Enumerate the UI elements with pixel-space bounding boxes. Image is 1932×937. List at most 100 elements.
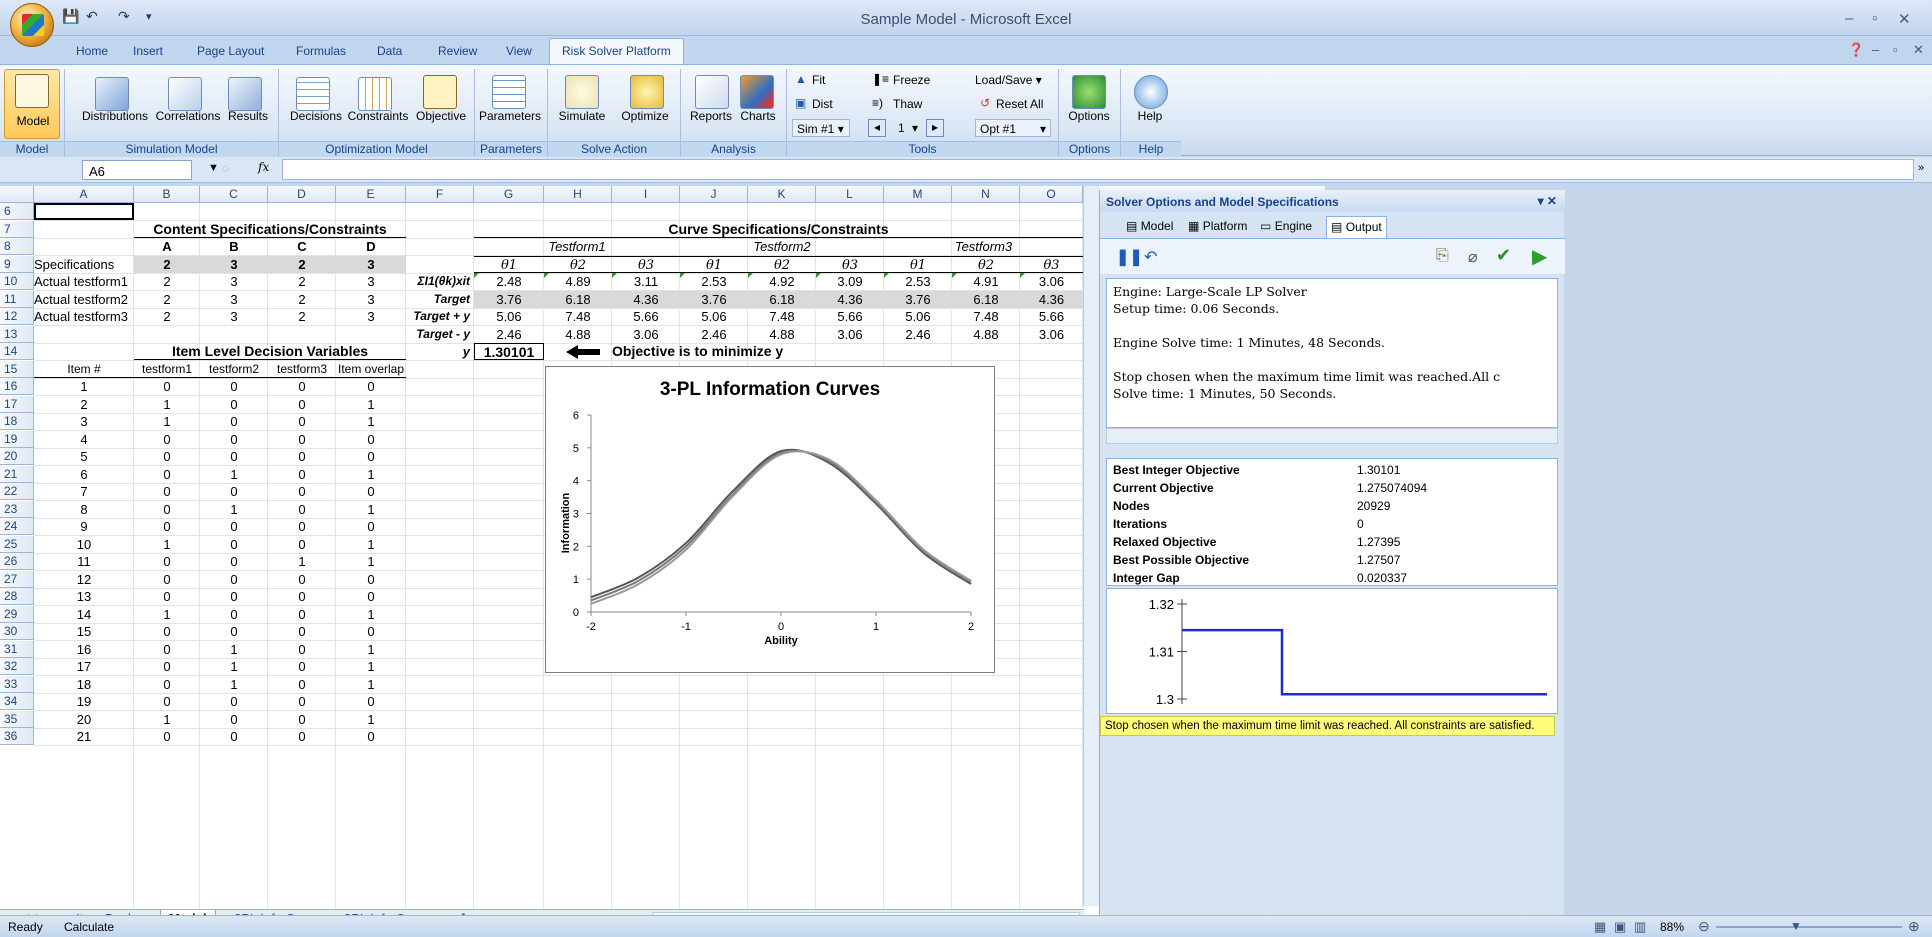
thaw-button[interactable]: Thaw [893,97,922,111]
correlations-button[interactable]: Correlations [152,109,224,123]
parameters-button[interactable]: Parameters [478,109,542,123]
curve-row-label[interactable]: Target [406,291,474,308]
optimize-button[interactable]: Optimize [614,109,676,123]
theta-header[interactable]: θ3 [816,255,884,273]
parameters-icon[interactable] [492,75,526,109]
item-value[interactable]: 0 [200,571,268,588]
actual-value[interactable]: 3 [200,273,268,290]
theta-header[interactable]: θ2 [748,255,816,273]
row-header[interactable]: 12 [0,308,34,325]
item-value[interactable]: 15 [34,623,134,640]
item-value[interactable]: 1 [134,606,200,623]
copy-icon[interactable]: ⎘ [1436,247,1449,265]
curve-value[interactable]: 6.18 [544,290,612,308]
output-h-scrollbar[interactable] [1106,428,1558,444]
objective-text[interactable]: Objective is to minimize y [612,343,884,360]
item-value[interactable]: 1 [336,606,406,623]
curve-value[interactable]: 7.48 [544,308,612,325]
item-value[interactable]: 1 [336,658,406,675]
row-header[interactable]: 31 [0,640,34,658]
item-value[interactable]: 0 [268,396,336,413]
testform-header[interactable]: Testform1 [474,238,680,255]
theta-header[interactable]: θ2 [952,255,1020,273]
item-header[interactable]: testform2 [200,361,268,378]
actual-label[interactable]: Actual testform1 [34,273,134,290]
theta-header[interactable]: θ3 [612,255,680,273]
row-header[interactable]: 10 [0,273,34,290]
item-value[interactable]: 0 [200,711,268,728]
help-icon[interactable]: ❓ [1848,42,1864,58]
item-value[interactable]: 0 [134,378,200,395]
item-value[interactable]: 1 [336,536,406,553]
actual-value[interactable]: 2 [134,308,200,325]
curve-value[interactable]: 2.53 [680,273,748,290]
item-value[interactable]: 0 [200,483,268,500]
theta-header[interactable]: θ1 [884,255,952,273]
row-header[interactable]: 27 [0,570,34,588]
theta-header[interactable]: θ1 [680,255,748,273]
item-value[interactable]: 1 [268,553,336,570]
row-header[interactable]: 23 [0,500,34,518]
curve-value[interactable]: 3.06 [1020,326,1083,343]
charts-button[interactable]: Charts [734,109,782,123]
workbook-minimize-icon[interactable]: – [1872,42,1879,57]
help-ribbon-icon[interactable] [1134,75,1168,109]
content-col-header[interactable]: C [268,238,336,255]
item-value[interactable]: 0 [336,588,406,605]
curve-value[interactable]: 3.06 [816,326,884,343]
curve-value[interactable]: 4.92 [748,273,816,290]
curve-value[interactable]: 4.36 [816,290,884,308]
run-icon[interactable]: ▶ [1532,244,1547,269]
constraints-icon[interactable] [358,77,392,111]
specification-value[interactable]: 2 [268,255,336,273]
curve-spec-title[interactable]: Curve Specifications/Constraints [474,221,1083,238]
row-header[interactable]: 33 [0,675,34,693]
col-header[interactable]: J [680,186,748,203]
item-value[interactable]: 17 [34,658,134,675]
testform-header[interactable]: Testform2 [680,238,884,255]
curve-value[interactable]: 3.09 [816,273,884,290]
close-icon[interactable]: ✕ [1898,10,1911,28]
item-value[interactable]: 0 [268,466,336,483]
item-value[interactable]: 0 [200,518,268,535]
information-curves-chart[interactable]: 3-PL Information Curves 0 1 2 3 4 5 6 -2 -1 0 1 2 A… [545,366,995,673]
content-spec-title[interactable]: Content Specifications/Constraints [134,221,406,238]
item-value[interactable]: 0 [268,658,336,675]
item-value[interactable]: 13 [34,588,134,605]
item-value[interactable]: 1 [336,501,406,518]
item-value[interactable]: 0 [336,728,406,745]
col-header[interactable]: N [952,186,1020,203]
item-value[interactable]: 0 [134,448,200,465]
item-value[interactable]: 0 [268,606,336,623]
pane-tab-model[interactable]: ▤ Model [1122,216,1177,238]
theta-header[interactable]: θ3 [1020,255,1083,273]
objective-button[interactable]: Objective [412,109,470,123]
workbook-close-icon[interactable]: ✕ [1913,42,1924,58]
row-header[interactable]: 36 [0,728,34,745]
actual-value[interactable]: 3 [200,308,268,325]
item-header[interactable]: Item overlap [336,361,406,378]
item-value[interactable]: 1 [134,396,200,413]
item-value[interactable]: 16 [34,641,134,658]
curve-value[interactable]: 2.46 [680,326,748,343]
item-value[interactable]: 0 [268,728,336,745]
row-header[interactable]: 9 [0,255,34,273]
vertical-scrollbar[interactable] [1083,186,1099,906]
item-value[interactable]: 0 [336,378,406,395]
item-value[interactable]: 0 [200,553,268,570]
item-value[interactable]: 0 [200,623,268,640]
content-col-header[interactable]: A [134,238,200,255]
row-header[interactable]: 18 [0,413,34,430]
name-box[interactable]: A6 [82,160,192,180]
item-value[interactable]: 11 [34,553,134,570]
curve-value[interactable]: 2.46 [884,326,952,343]
item-value[interactable]: 0 [268,641,336,658]
item-value[interactable]: 0 [200,378,268,395]
model-button[interactable]: Model [4,69,60,139]
content-col-header[interactable]: B [200,238,268,255]
item-value[interactable]: 0 [134,518,200,535]
minimize-icon[interactable]: – [1845,10,1853,27]
actual-value[interactable]: 2 [268,291,336,308]
item-value[interactable]: 0 [200,448,268,465]
zoom-out-icon[interactable]: ⊖ [1698,918,1710,935]
